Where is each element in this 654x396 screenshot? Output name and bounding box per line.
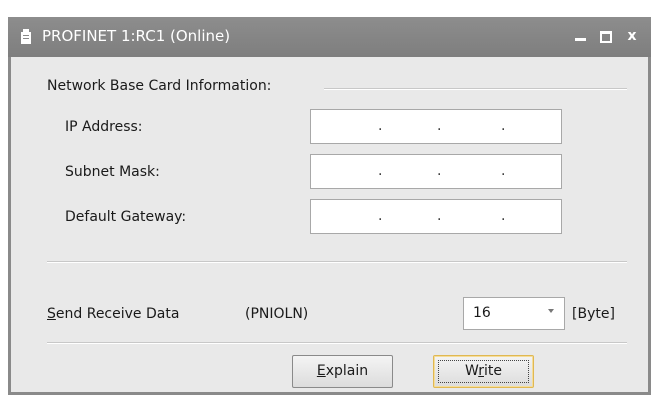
ip-dot: .: [501, 163, 506, 179]
dialog-body: Network Base Card Information: IP Addres…: [11, 57, 648, 392]
ip-dot: .: [378, 118, 383, 134]
document-icon: [21, 29, 31, 44]
section-divider: [47, 342, 627, 344]
network-section-label: Network Base Card Information:: [47, 78, 272, 94]
title-bar[interactable]: PROFINET 1:RC1 (Online) x: [8, 17, 651, 57]
ip-dot: .: [378, 163, 383, 179]
window-title: PROFINET 1:RC1 (Online): [42, 27, 231, 45]
send-receive-size-value: 16: [473, 305, 491, 321]
ip-dot: .: [437, 208, 442, 224]
dialog-window: PROFINET 1:RC1 (Online) x Network Base C…: [8, 17, 651, 395]
minimize-icon: [575, 38, 586, 41]
dropdown-arrow-icon[interactable]: [548, 309, 554, 313]
explain-mnemonic: E: [316, 363, 326, 379]
byte-unit-label: [Byte]: [572, 306, 615, 322]
ip-dot: .: [437, 118, 442, 134]
section-divider: [47, 261, 627, 263]
ip-dot: .: [378, 208, 383, 224]
focus-rectangle: [438, 360, 529, 383]
subnet-mask-field[interactable]: . . .: [310, 154, 562, 189]
subnet-mask-label: Subnet Mask:: [65, 164, 160, 180]
close-icon: x: [627, 28, 637, 44]
ip-dot: .: [437, 163, 442, 179]
maximize-button[interactable]: [595, 25, 617, 47]
default-gateway-field[interactable]: . . .: [310, 199, 562, 234]
section-divider: [324, 88, 627, 90]
send-receive-label-rest: end Receive Data: [55, 306, 180, 322]
explain-button[interactable]: Explain: [292, 355, 393, 388]
pnioln-param: (PNIOLN): [245, 306, 309, 322]
maximize-icon: [600, 31, 612, 43]
explain-label-rest: xplain: [325, 363, 369, 379]
ip-dot: .: [501, 208, 506, 224]
ip-dot: .: [501, 118, 506, 134]
send-receive-label: Send Receive Data: [47, 306, 179, 322]
ip-address-field[interactable]: . . .: [310, 109, 562, 144]
send-receive-size-select[interactable]: 16: [463, 297, 565, 330]
close-button[interactable]: x: [621, 25, 643, 47]
default-gateway-label: Default Gateway:: [65, 209, 187, 225]
ip-address-label: IP Address:: [65, 119, 143, 135]
write-button[interactable]: Write: [433, 355, 534, 388]
send-receive-mnemonic: S: [47, 306, 56, 322]
minimize-button[interactable]: [570, 25, 592, 47]
